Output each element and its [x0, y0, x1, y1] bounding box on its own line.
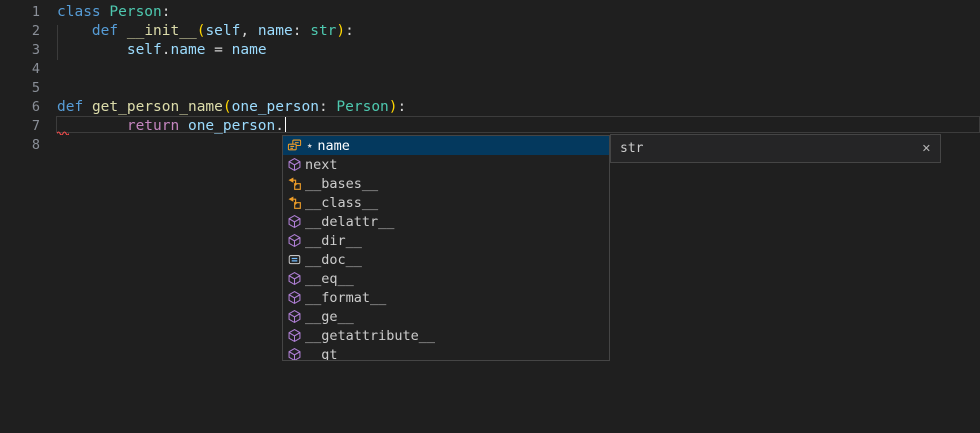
line-number-8: 8: [0, 136, 40, 155]
token: :: [345, 23, 354, 39]
symbol-method-icon: [286, 271, 302, 287]
autocomplete-dropdown[interactable]: ★ name next __bases__ __class__ __delattr__ __…: [282, 135, 610, 361]
suggestion-item-next[interactable]: next: [283, 155, 609, 174]
token: [118, 23, 127, 39]
token: (: [223, 99, 232, 115]
text-cursor: [285, 117, 287, 132]
token: ): [389, 99, 398, 115]
line-number-1: 1: [0, 3, 40, 22]
suggestion-item-delattr[interactable]: __delattr__: [283, 212, 609, 231]
suggestion-label: __format__: [305, 290, 386, 306]
line-number-5: 5: [0, 79, 40, 98]
suggestion-item-format[interactable]: __format__: [283, 288, 609, 307]
symbol-method-icon: [286, 233, 302, 249]
token: [57, 42, 127, 58]
symbol-class-icon: [286, 176, 302, 192]
symbol-class-icon: [286, 195, 302, 211]
symbol-method-icon: [286, 309, 302, 325]
symbol-method-icon: [286, 328, 302, 344]
suggestion-label: __gt__: [305, 347, 354, 362]
suggestion-item-gt[interactable]: __gt__: [283, 345, 609, 361]
symbol-method-icon: [286, 157, 302, 173]
line-number-3: 3: [0, 41, 40, 60]
docs-type-text: str: [620, 141, 922, 156]
token: .: [275, 118, 284, 134]
token: one_person: [188, 118, 275, 134]
suggestion-label: __bases__: [305, 176, 378, 192]
suggestion-label: __ge__: [305, 309, 354, 325]
code-line-4: [57, 60, 406, 79]
code-line-5: [57, 79, 406, 98]
token: def: [57, 99, 83, 115]
code-line-2: def __init__(self, name: str):: [57, 22, 406, 41]
line-number-gutter: 12345678: [0, 3, 40, 155]
code-line-3: self.name = name: [57, 41, 406, 60]
suggestion-item-eq[interactable]: __eq__: [283, 269, 609, 288]
token: :: [162, 4, 171, 20]
line-number-7: 7: [0, 117, 40, 136]
close-icon[interactable]: ✕: [922, 142, 931, 155]
token: one_person: [232, 99, 319, 115]
token: .: [162, 42, 171, 58]
suggestion-item-getattribute[interactable]: __getattribute__: [283, 326, 609, 345]
token: ): [336, 23, 345, 39]
suggestion-label: __dir__: [305, 233, 362, 249]
suggest-docs-panel: str ✕: [610, 134, 941, 163]
token: self: [127, 42, 162, 58]
suggestion-item-doc[interactable]: __doc__: [283, 250, 609, 269]
suggestion-label: __doc__: [305, 252, 362, 268]
token: [179, 118, 188, 134]
symbol-method-icon: [286, 214, 302, 230]
token: self: [205, 23, 240, 39]
suggestion-item-name[interactable]: ★ name: [283, 136, 609, 155]
code-lines: class Person: def __init__(self, name: s…: [57, 3, 406, 155]
token: get_person_name: [92, 99, 223, 115]
suggestion-item-ge[interactable]: __ge__: [283, 307, 609, 326]
token: class: [57, 4, 101, 20]
line-number-6: 6: [0, 98, 40, 117]
code-editor[interactable]: 12345678 class Person: def __init__(self…: [0, 0, 980, 433]
token: def: [92, 23, 118, 39]
token: name: [171, 42, 206, 58]
symbol-method-icon: [286, 290, 302, 306]
token: str: [310, 23, 336, 39]
token: Person: [109, 4, 161, 20]
suggestion-label: name: [317, 138, 350, 154]
token: =: [214, 42, 223, 58]
token: [249, 23, 258, 39]
suggestion-label: __eq__: [305, 271, 354, 287]
token: :: [398, 99, 407, 115]
token: ,: [240, 23, 249, 39]
suggestion-label: __class__: [305, 195, 378, 211]
line-number-2: 2: [0, 22, 40, 41]
token: name: [258, 23, 293, 39]
suggestion-label: next: [305, 157, 338, 173]
token: return: [127, 118, 179, 134]
token: Person: [336, 99, 388, 115]
code-line-1: class Person:: [57, 3, 406, 22]
token: [57, 23, 92, 39]
symbol-variable-icon: [286, 252, 302, 268]
token: [205, 42, 214, 58]
suggestion-item-dir[interactable]: __dir__: [283, 231, 609, 250]
token: :: [319, 99, 328, 115]
code-line-7: return one_person.: [57, 117, 406, 136]
token: [301, 23, 310, 39]
error-squiggle: [57, 130, 69, 135]
line-number-4: 4: [0, 60, 40, 79]
token: [83, 99, 92, 115]
suggestion-item-bases[interactable]: __bases__: [283, 174, 609, 193]
intellicode-star-icon: ★: [307, 141, 312, 151]
code-line-6: def get_person_name(one_person: Person):: [57, 98, 406, 117]
token: __init__: [127, 23, 197, 39]
symbol-method-icon: [286, 347, 302, 362]
suggestion-item-class[interactable]: __class__: [283, 193, 609, 212]
suggestion-label: __getattribute__: [305, 328, 435, 344]
suggestion-label: __delattr__: [305, 214, 394, 230]
symbol-field-icon: [286, 138, 302, 154]
token: [223, 42, 232, 58]
token: name: [232, 42, 267, 58]
